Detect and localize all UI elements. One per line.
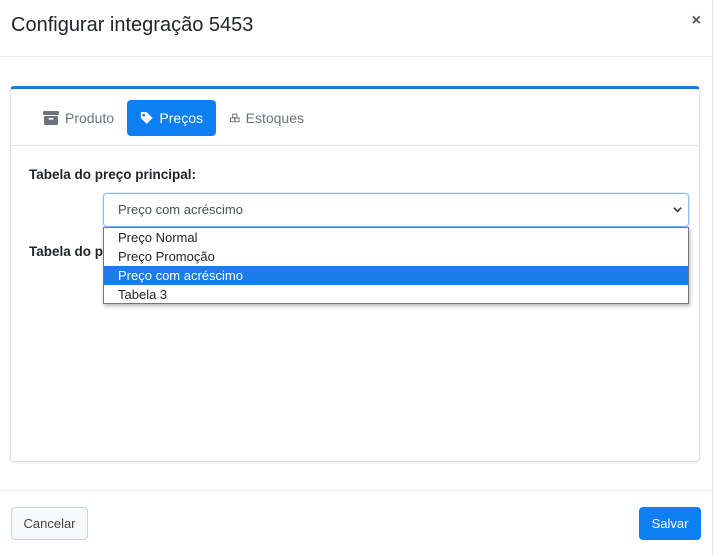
- modal-title: Configurar integração 5453: [11, 14, 254, 36]
- cancel-button[interactable]: Cancelar: [11, 507, 88, 540]
- tab-precos[interactable]: Preços: [127, 100, 216, 136]
- close-button[interactable]: ×: [692, 13, 701, 29]
- chevron-down-icon: [673, 207, 682, 213]
- main-price-table-select[interactable]: Preço com acréscimo: [103, 193, 689, 227]
- tab-precos-label: Preços: [159, 110, 203, 126]
- select-option[interactable]: Tabela 3: [104, 285, 688, 304]
- modal-header: Configurar integração 5453 ×: [0, 0, 713, 57]
- tab-estoques-label: Estoques: [245, 110, 304, 126]
- select-option[interactable]: Preço Normal: [104, 228, 688, 247]
- select-dropdown-list: Preço Normal Preço Promoção Preço com ac…: [103, 227, 689, 304]
- select-option[interactable]: Preço Promoção: [104, 247, 688, 266]
- tab-produto-label: Produto: [65, 110, 115, 126]
- tab-estoques[interactable]: Estoques: [217, 100, 317, 136]
- select-option-selected[interactable]: Preço com acréscimo: [104, 266, 688, 285]
- second-price-table-label: Tabela do p: [29, 244, 104, 259]
- cubes-icon: [230, 113, 240, 123]
- save-button[interactable]: Salvar: [639, 507, 701, 540]
- box-icon: [43, 111, 59, 125]
- tabs-header: Produto Preços Estoques: [11, 89, 699, 146]
- tag-icon: [140, 112, 153, 124]
- modal-footer: Cancelar Salvar: [0, 490, 713, 555]
- modal-dialog: Configurar integração 5453 × Produto Pre…: [0, 0, 713, 555]
- tab-produto[interactable]: Produto: [30, 100, 130, 136]
- main-price-table-label: Tabela do preço principal:: [29, 167, 197, 182]
- select-current-value: Preço com acréscimo: [118, 202, 243, 217]
